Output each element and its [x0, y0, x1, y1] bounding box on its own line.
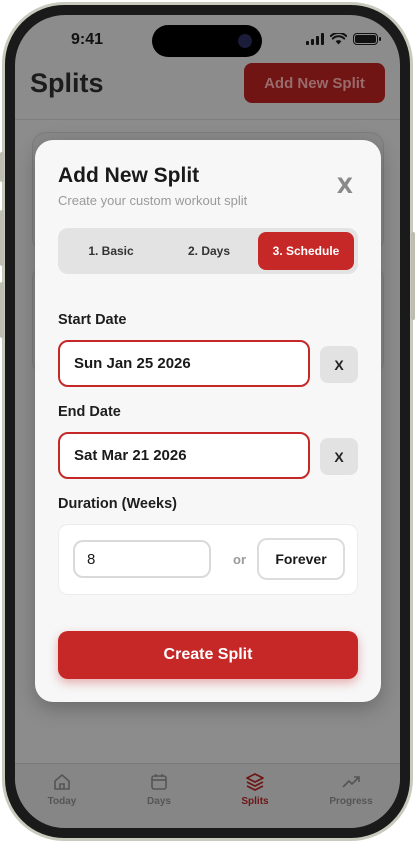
tab-progress[interactable]: Progress — [316, 772, 386, 807]
clear-start-date-button[interactable]: X — [320, 346, 358, 383]
tab-bar: Today Days Splits Progress — [15, 763, 400, 828]
tab-basic[interactable]: 1. Basic — [62, 232, 160, 270]
duration-weeks-input[interactable] — [73, 540, 211, 578]
start-date-label: Start Date — [58, 312, 127, 328]
trend-icon — [342, 776, 360, 788]
tab-days[interactable]: Days — [124, 772, 194, 807]
tab-splits[interactable]: Splits — [220, 772, 290, 807]
dynamic-island — [152, 25, 262, 57]
end-date-label: End Date — [58, 404, 121, 420]
add-split-modal: Add New Split Create your custom workout… — [35, 140, 381, 702]
tab-label: Progress — [329, 796, 373, 807]
status-icons — [306, 33, 381, 45]
duration-label: Duration (Weeks) — [58, 496, 177, 512]
camera-icon — [238, 34, 252, 48]
battery-icon — [353, 33, 381, 45]
tab-label: Today — [47, 796, 77, 807]
tab-label: Days — [147, 796, 171, 807]
calendar-icon — [151, 774, 167, 790]
forever-button[interactable]: Forever — [257, 538, 345, 580]
close-button[interactable]: X — [337, 174, 353, 198]
tab-schedule[interactable]: 3. Schedule — [258, 232, 354, 270]
home-icon — [54, 774, 70, 790]
step-tabs: 1. Basic 2. Days 3. Schedule — [58, 228, 358, 274]
or-text: or — [233, 552, 246, 567]
wifi-icon — [330, 33, 347, 45]
signal-icon — [306, 33, 324, 45]
action-button — [0, 152, 4, 182]
volume-down-button — [0, 282, 4, 338]
page-title: Splits — [30, 68, 104, 98]
modal-subtitle: Create your custom workout split — [58, 193, 248, 208]
add-new-split-button[interactable]: Add New Split — [244, 63, 385, 103]
header-divider — [15, 119, 400, 120]
status-time: 9:41 — [71, 31, 104, 48]
tab-days[interactable]: 2. Days — [160, 232, 258, 270]
tab-today[interactable]: Today — [27, 772, 97, 807]
power-button — [411, 232, 415, 320]
clear-end-date-button[interactable]: X — [320, 438, 358, 475]
volume-up-button — [0, 210, 4, 266]
tab-label: Splits — [241, 796, 269, 807]
screen: 9:41 Splits Add New Split Today Days Spl… — [15, 15, 400, 828]
modal-title: Add New Split — [58, 164, 200, 187]
create-split-button[interactable]: Create Split — [58, 631, 358, 679]
layers-icon — [246, 773, 264, 791]
duration-box: or Forever — [58, 524, 358, 595]
start-date-input[interactable] — [58, 340, 310, 387]
status-bar: 9:41 — [15, 15, 400, 65]
end-date-input[interactable] — [58, 432, 310, 479]
